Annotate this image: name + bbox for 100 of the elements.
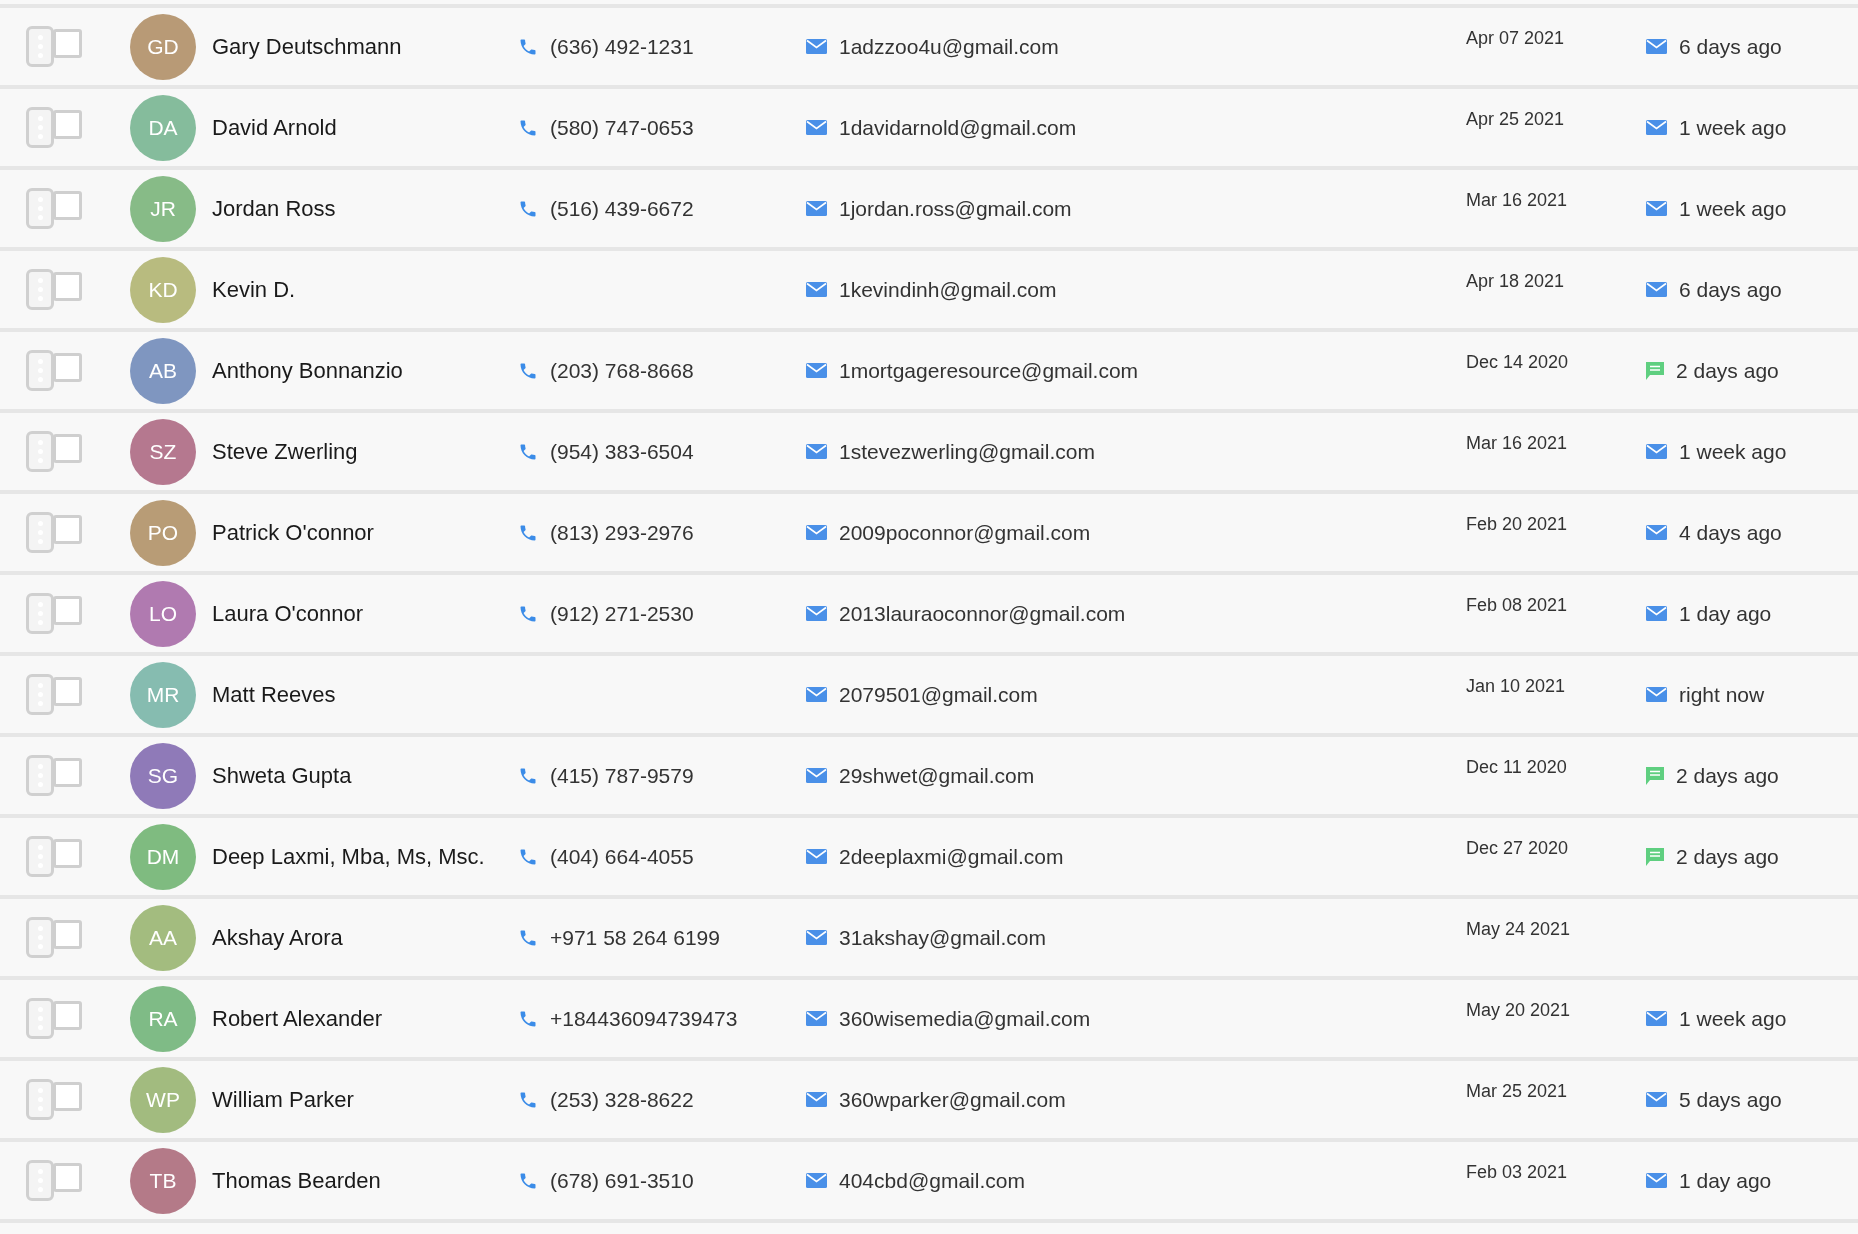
drag-handle[interactable]: [26, 512, 54, 553]
row-checkbox[interactable]: [53, 353, 82, 382]
contact-name[interactable]: David Arnold: [212, 114, 337, 140]
avatar: LO: [130, 580, 196, 647]
row-checkbox[interactable]: [53, 110, 82, 139]
drag-handle[interactable]: [26, 269, 54, 310]
contact-name[interactable]: Patrick O'connor: [212, 519, 374, 545]
phone-number[interactable]: (954) 383-6504: [550, 439, 694, 464]
avatar: SG: [130, 742, 196, 809]
contact-name[interactable]: Anthony Bonnanzio: [212, 357, 403, 383]
last-contact-time: 1 week ago: [1679, 196, 1787, 221]
envelope-icon: [1646, 1011, 1667, 1026]
avatar: SZ: [130, 418, 196, 485]
email-address[interactable]: 1stevezwerling@gmail.com: [839, 439, 1095, 464]
email-address[interactable]: 29shwet@gmail.com: [839, 763, 1035, 788]
phone-number[interactable]: (203) 768-8668: [550, 358, 694, 383]
date-text: Dec 27 2020: [1466, 838, 1569, 858]
envelope-icon: [806, 768, 827, 783]
email-address[interactable]: 1adzzoo4u@gmail.com: [839, 34, 1059, 59]
avatar: RA: [130, 985, 196, 1052]
contact-name[interactable]: William Parker: [212, 1086, 354, 1112]
row-checkbox[interactable]: [53, 758, 82, 787]
row-checkbox[interactable]: [53, 596, 82, 625]
phone-number[interactable]: (516) 439-6672: [550, 196, 694, 221]
email-address[interactable]: 404cbd@gmail.com: [839, 1168, 1025, 1193]
envelope-icon: [1646, 687, 1667, 702]
row-checkbox[interactable]: [53, 191, 82, 220]
envelope-icon: [1646, 120, 1667, 135]
phone-number[interactable]: (580) 747-0653: [550, 115, 694, 140]
contact-name[interactable]: Kevin D.: [212, 276, 296, 302]
contact-name[interactable]: Steve Zwerling: [212, 438, 358, 464]
chat-bubble-icon: [1646, 847, 1664, 866]
last-contact-time: 5 days ago: [1679, 1087, 1782, 1112]
phone-number[interactable]: (415) 787-9579: [550, 763, 694, 788]
row-checkbox[interactable]: [53, 1082, 82, 1111]
date-text: Dec 11 2020: [1466, 757, 1567, 777]
avatar: AA: [130, 904, 196, 971]
email-address[interactable]: 1mortgageresource@gmail.com: [839, 358, 1139, 383]
drag-handle[interactable]: [26, 674, 54, 715]
email-address[interactable]: 31akshay@gmail.com: [839, 925, 1046, 950]
contact-name[interactable]: Shweta Gupta: [212, 762, 352, 788]
row-checkbox[interactable]: [53, 272, 82, 301]
phone-number[interactable]: (678) 691-3510: [550, 1168, 694, 1193]
drag-handle[interactable]: [26, 917, 54, 958]
phone-number[interactable]: (813) 293-2976: [550, 520, 694, 545]
avatar: KD: [130, 256, 196, 323]
row-checkbox[interactable]: [53, 29, 82, 58]
envelope-icon: [1646, 606, 1667, 621]
envelope-icon: [806, 849, 827, 864]
contact-name[interactable]: Gary Deutschmann: [212, 33, 402, 59]
drag-handle[interactable]: [26, 107, 54, 148]
row-checkbox[interactable]: [53, 920, 82, 949]
phone-number[interactable]: (253) 328-8622: [550, 1087, 694, 1112]
email-address[interactable]: 2deeplaxmi@gmail.com: [839, 844, 1064, 869]
email-address[interactable]: 2079501@gmail.com: [839, 682, 1038, 707]
email-address[interactable]: 1davidarnold@gmail.com: [839, 115, 1077, 140]
row-checkbox[interactable]: [53, 1001, 82, 1030]
contact-name[interactable]: Akshay Arora: [212, 924, 343, 950]
email-address[interactable]: 1kevindinh@gmail.com: [839, 277, 1057, 302]
avatar: DA: [130, 94, 196, 161]
envelope-icon: [1646, 39, 1667, 54]
phone-number[interactable]: (636) 492-1231: [550, 34, 694, 59]
date-text: Apr 25 2021: [1466, 109, 1565, 129]
row-checkbox[interactable]: [53, 515, 82, 544]
drag-handle[interactable]: [26, 431, 54, 472]
avatar: TB: [130, 1147, 196, 1214]
email-address[interactable]: 360wparker@gmail.com: [839, 1087, 1066, 1112]
phone-number[interactable]: +184436094739473: [550, 1006, 738, 1031]
email-address[interactable]: 360wisemedia@gmail.com: [839, 1006, 1091, 1031]
chat-bubble-icon: [1646, 766, 1664, 785]
avatar: MR: [130, 661, 196, 728]
drag-handle[interactable]: [26, 593, 54, 634]
row-checkbox[interactable]: [53, 677, 82, 706]
contact-name[interactable]: Robert Alexander: [212, 1005, 382, 1031]
contact-name[interactable]: Laura O'connor: [212, 600, 363, 626]
email-address[interactable]: 2013lauraoconnor@gmail.com: [839, 601, 1126, 626]
email-address[interactable]: 1jordan.ross@gmail.com: [839, 196, 1072, 221]
phone-number[interactable]: (912) 271-2530: [550, 601, 694, 626]
contact-name[interactable]: Deep Laxmi, Mba, Ms, Msc.: [212, 843, 485, 869]
drag-handle[interactable]: [26, 1079, 54, 1120]
drag-handle[interactable]: [26, 26, 54, 67]
drag-handle[interactable]: [26, 1160, 54, 1201]
last-contact-time: 1 week ago: [1679, 1006, 1787, 1031]
drag-handle[interactable]: [26, 755, 54, 796]
phone-number[interactable]: (404) 664-4055: [550, 844, 694, 869]
envelope-icon: [1646, 1173, 1667, 1188]
drag-handle[interactable]: [26, 998, 54, 1039]
row-checkbox[interactable]: [53, 1163, 82, 1192]
last-contact-time: 2 days ago: [1676, 844, 1779, 869]
contact-name[interactable]: Thomas Bearden: [212, 1167, 381, 1193]
row-checkbox[interactable]: [53, 839, 82, 868]
drag-handle[interactable]: [26, 188, 54, 229]
email-address[interactable]: 2009poconnor@gmail.com: [839, 520, 1091, 545]
row-checkbox[interactable]: [53, 434, 82, 463]
envelope-icon: [806, 363, 827, 378]
drag-handle[interactable]: [26, 836, 54, 877]
drag-handle[interactable]: [26, 350, 54, 391]
contact-name[interactable]: Jordan Ross: [212, 195, 336, 221]
contact-name[interactable]: Matt Reeves: [212, 681, 336, 707]
phone-number[interactable]: +971 58 264 6199: [550, 925, 720, 950]
